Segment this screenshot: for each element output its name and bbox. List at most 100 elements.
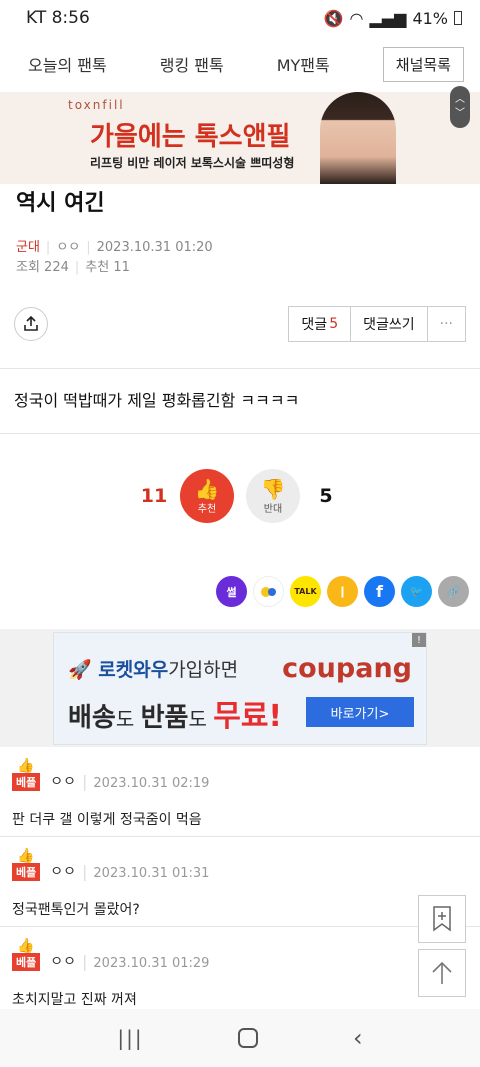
ad-subtitle: 리프팅 비만 레이저 보톡스시술 쁘띠성형 <box>90 156 295 170</box>
post-title: 역시 여긴 <box>16 191 105 216</box>
ad-main-b: 도 <box>115 707 141 731</box>
home-icon[interactable] <box>238 1028 259 1048</box>
ad-main-line: 배송도 반품도 무료! <box>68 691 282 735</box>
write-comment-button[interactable]: 댓글쓰기 <box>350 306 428 342</box>
scroll-top-button[interactable] <box>418 949 466 997</box>
status-icons: 🔇 ◠ ▂▄▆ 41% <box>324 9 462 28</box>
system-nav-bar: ||| ‹ <box>0 1009 480 1067</box>
ad-go-button[interactable]: 바로가기> <box>306 697 414 727</box>
thumbs-up-icon: 👍 <box>194 476 220 501</box>
comment-item: 👍 베플 ㅇㅇ | 2023.10.31 01:29 초치지말고 진짜 꺼져 <box>0 927 480 1017</box>
share-icon <box>24 316 38 331</box>
upvote-label: 추천 <box>197 503 217 515</box>
post-author[interactable]: ㅇㅇ <box>56 240 80 255</box>
ad-headline: 가을에는 톡스앤필 <box>90 122 291 152</box>
back-icon[interactable]: ‹ <box>353 1024 363 1052</box>
upvote-button[interactable]: 👍 추천 <box>180 469 234 523</box>
comment-text: 판 더쿠 갤 이렇게 정국줌이 먹음 <box>12 812 202 828</box>
thumbs-up-icon: 👍 <box>17 848 35 864</box>
best-comment-badge: 👍 베플 <box>12 848 41 881</box>
share-button[interactable] <box>14 307 48 341</box>
chevron-up-icon: ︿ <box>455 94 465 105</box>
mute-icon: 🔇 <box>323 8 344 28</box>
downvote-count: 5 <box>319 485 333 507</box>
top-ad-banner[interactable]: toxnfill 가을에는 톡스앤필 리프팅 비만 레이저 보톡스시술 쁘띠성형 <box>0 92 480 184</box>
comment-author[interactable]: ㅇㅇ <box>50 861 76 881</box>
comment-list: 👍 베플 ㅇㅇ | 2023.10.31 02:19 판 더쿠 갤 이렇게 정국줌… <box>0 747 480 1017</box>
best-comment-badge: 👍 베플 <box>12 758 41 791</box>
post-body: 정국이 떡밥때가 제일 평화롭긴함 ㅋㅋㅋㅋ <box>14 391 300 410</box>
comment-item: 👍 베플 ㅇㅇ | 2023.10.31 01:31 정국팬톡인거 몰랐어? <box>0 837 480 927</box>
ad-top-rest: 가입하면 <box>168 659 239 681</box>
post-action-row: 댓글 5 댓글쓰기 ··· <box>0 306 480 342</box>
ad-model-image <box>320 92 396 184</box>
more-button[interactable]: ··· <box>426 306 466 342</box>
ad-main-c: 반품 <box>140 703 189 733</box>
ad-scroll-toggle[interactable]: ︿ ﹀ <box>450 86 470 128</box>
thumbs-down-icon: 👎 <box>260 476 286 501</box>
twitter-share-icon[interactable]: 🐦 <box>401 576 432 607</box>
ad-main-e: 무료! <box>213 699 283 734</box>
best-label: 베플 <box>12 953 41 971</box>
coupang-ad[interactable]: ! 🚀 로켓와우가입하면 coupang 배송도 반품도 무료! 바로가기> <box>53 632 427 745</box>
bookmark-button[interactable] <box>418 895 466 943</box>
comment-time: 2023.10.31 02:19 <box>93 776 210 791</box>
comment-author[interactable]: ㅇㅇ <box>50 771 76 791</box>
upvote-count: 11 <box>140 485 168 507</box>
status-bar: KT 8:56 🔇 ◠ ▂▄▆ 41% <box>0 0 480 36</box>
sseol-share-icon[interactable]: 썰 <box>216 576 247 607</box>
coupang-logo: coupang <box>282 653 412 684</box>
thumbs-up-icon: 👍 <box>17 758 35 774</box>
ad-rocket-brand: 로켓와우 <box>98 659 169 681</box>
ad-top-line: 🚀 로켓와우가입하면 <box>68 659 239 681</box>
comment-count-button[interactable]: 댓글 5 <box>288 306 352 342</box>
signal-icon: ▂▄▆ <box>369 8 407 28</box>
battery-level: 41% <box>412 8 448 28</box>
share-icons-row: 썰 TALK ❙ f 🐦 🔗 <box>0 576 480 607</box>
ad-info-icon[interactable]: ! <box>412 633 426 647</box>
bookmark-add-icon <box>433 906 451 932</box>
best-comment-badge: 👍 베플 <box>12 938 41 971</box>
post-meta: 군대 | ㅇㅇ | 2023.10.31 01:20 <box>16 240 213 255</box>
comment-count: 5 <box>329 316 339 332</box>
thumbs-up-icon: 👍 <box>17 938 35 954</box>
comment-header: 👍 베플 ㅇㅇ | 2023.10.31 01:31 <box>12 848 468 881</box>
best-label: 베플 <box>12 863 41 881</box>
post-stats: 조회 224 | 추천 11 <box>16 260 130 275</box>
band-share-icon[interactable] <box>253 576 284 607</box>
divider <box>0 433 480 434</box>
tab-my[interactable]: MY팬톡 <box>277 52 330 76</box>
kakaostory-share-icon[interactable]: ❙ <box>327 576 358 607</box>
post-category[interactable]: 군대 <box>16 240 40 255</box>
arrow-up-icon <box>432 961 452 984</box>
post-date: 2023.10.31 01:20 <box>96 240 213 255</box>
comment-item: 👍 베플 ㅇㅇ | 2023.10.31 02:19 판 더쿠 갤 이렇게 정국줌… <box>0 747 480 837</box>
channel-list-button[interactable]: 채널목록 <box>382 46 464 82</box>
facebook-share-icon[interactable]: f <box>364 576 395 607</box>
comment-text: 초치지말고 진짜 꺼져 <box>12 992 137 1008</box>
wifi-icon: ◠ <box>349 8 364 28</box>
nav-tabs: 오늘의 팬톡 랭킹 팬톡 MY팬톡 채널목록 <box>0 36 480 92</box>
downvote-button[interactable]: 👎 반대 <box>246 469 300 523</box>
post-recommends: 추천 11 <box>85 260 130 275</box>
comment-text: 정국팬톡인거 몰랐어? <box>12 902 140 918</box>
post-views: 조회 224 <box>16 260 69 275</box>
link-share-icon[interactable]: 🔗 <box>438 576 469 607</box>
tab-ranking[interactable]: 랭킹 팬톡 <box>160 52 224 76</box>
ad-area: ! 🚀 로켓와우가입하면 coupang 배송도 반품도 무료! 바로가기> <box>0 629 480 747</box>
vote-row: 11 👍 추천 👎 반대 5 <box>0 440 480 552</box>
comment-time: 2023.10.31 01:29 <box>93 956 210 971</box>
comment-button-group: 댓글 5 댓글쓰기 ··· <box>288 306 466 342</box>
ad-main-a: 배송 <box>68 703 116 733</box>
comment-author[interactable]: ㅇㅇ <box>50 951 76 971</box>
comment-header: 👍 베플 ㅇㅇ | 2023.10.31 02:19 <box>12 758 468 791</box>
recent-apps-icon[interactable]: ||| <box>117 1026 143 1050</box>
battery-icon <box>454 11 462 25</box>
kakaotalk-share-icon[interactable]: TALK <box>290 576 321 607</box>
tab-today[interactable]: 오늘의 팬톡 <box>28 52 107 76</box>
comment-time: 2023.10.31 01:31 <box>93 866 210 881</box>
downvote-label: 반대 <box>263 503 283 515</box>
comment-header: 👍 베플 ㅇㅇ | 2023.10.31 01:29 <box>12 938 468 971</box>
ad-brand: toxnfill <box>68 98 125 112</box>
ad-main-d: 도 <box>188 707 214 731</box>
